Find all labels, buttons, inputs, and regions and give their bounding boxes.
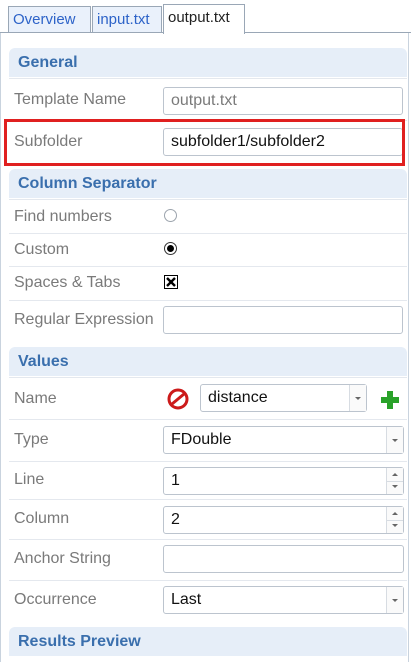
column-spinbox[interactable]: 2 [163, 506, 404, 534]
regular-expression-field[interactable] [163, 306, 403, 334]
custom-radio[interactable] [164, 242, 177, 255]
line-spinbox-value: 1 [171, 472, 180, 489]
type-label: Type [14, 431, 49, 448]
occurrence-combo-value: Last [171, 591, 202, 608]
name-combo-value: distance [208, 389, 268, 406]
name-label: Name [14, 390, 57, 407]
line-spin-down-icon[interactable] [387, 481, 403, 494]
highlight-box [4, 119, 405, 166]
section-header-values: Values [9, 347, 407, 376]
name-combo[interactable]: distance [200, 384, 367, 412]
name-combo-arrow-icon[interactable] [349, 385, 366, 411]
occurrence-label: Occurrence [14, 591, 97, 608]
line-spin-buttons[interactable] [386, 468, 403, 494]
checkmark-x-icon [166, 277, 176, 287]
find-numbers-label: Find numbers [14, 208, 112, 225]
template-name-field[interactable]: output.txt [163, 87, 403, 115]
add-icon[interactable] [379, 389, 401, 411]
remove-icon[interactable] [167, 388, 189, 410]
line-spin-up-icon[interactable] [387, 468, 403, 482]
tab-overview[interactable]: Overview [8, 6, 91, 33]
regular-expression-label: Regular Expression [14, 311, 154, 328]
section-header-column-separator: Column Separator [9, 169, 407, 198]
section-header-general: General [9, 48, 407, 77]
column-spin-buttons[interactable] [386, 507, 403, 533]
occurrence-combo[interactable]: Last [163, 586, 404, 614]
column-spin-down-icon[interactable] [387, 520, 403, 533]
type-combo-arrow-icon[interactable] [386, 427, 403, 453]
column-spinbox-value: 2 [171, 511, 180, 528]
line-spinbox[interactable]: 1 [163, 467, 404, 495]
anchor-string-field[interactable] [163, 545, 404, 573]
tab-input-txt[interactable]: input.txt [92, 6, 162, 33]
tab-output-txt[interactable]: output.txt [163, 4, 245, 34]
find-numbers-radio[interactable] [164, 209, 177, 222]
column-spin-up-icon[interactable] [387, 507, 403, 521]
custom-label: Custom [14, 241, 70, 258]
type-combo[interactable]: FDouble [163, 426, 404, 454]
column-label: Column [14, 510, 70, 527]
spaces-tabs-label: Spaces & Tabs [14, 274, 121, 291]
anchor-string-label: Anchor String [14, 550, 111, 567]
spaces-tabs-checkbox[interactable] [164, 275, 178, 289]
type-combo-value: FDouble [171, 431, 232, 448]
line-label: Line [14, 471, 45, 488]
section-header-results-preview: Results Preview [9, 627, 407, 656]
occurrence-combo-arrow-icon[interactable] [386, 587, 403, 613]
template-name-label: Template Name [14, 91, 127, 108]
